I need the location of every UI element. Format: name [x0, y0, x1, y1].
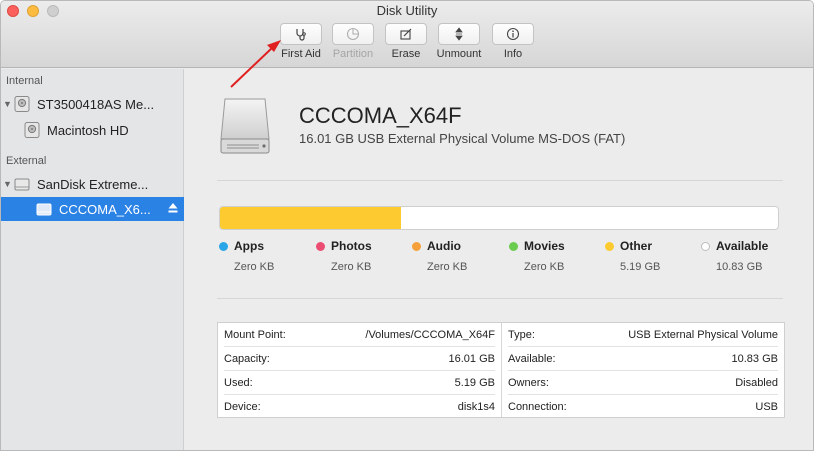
legend-dot: [412, 241, 421, 251]
details-value: /Volumes/CCCOMA_X64F: [365, 328, 495, 341]
details-left-column: Mount Point: /Volumes/CCCOMA_X64F Capacit…: [218, 323, 501, 417]
details-row-capacity: Capacity: 16.01 GB: [224, 347, 495, 371]
info-icon: [506, 27, 520, 41]
details-row-used: Used: 5.19 GB: [224, 371, 495, 395]
legend-item-other: Other 5.19 GB: [605, 239, 685, 273]
details-value: disk1s4: [457, 401, 495, 413]
legend-dot: [316, 241, 325, 251]
volume-description: 16.01 GB USB External Physical Volume MS…: [299, 131, 626, 146]
legend-item-apps: Apps Zero KB: [219, 239, 299, 273]
sidebar-item-label: CCCOMA_X6...: [59, 201, 151, 217]
volume-icon: [36, 203, 52, 216]
divider: [217, 180, 783, 181]
usage-fill-other: [220, 207, 401, 229]
sidebar-item-label: SanDisk Extreme...: [37, 176, 149, 192]
details-label: Device:: [224, 401, 261, 413]
legend-name: Audio: [427, 239, 461, 253]
legend-name: Photos: [331, 239, 372, 253]
legend-value: Zero KB: [524, 261, 565, 273]
title-bar: Disk Utility First Aid Partition Erase U…: [1, 1, 813, 68]
details-label: Owners:: [508, 376, 549, 389]
storage-usage-bar: [219, 206, 779, 230]
legend-item-photos: Photos Zero KB: [316, 239, 396, 273]
legend-value: Zero KB: [234, 261, 275, 273]
first-aid-label: First Aid: [281, 48, 321, 60]
legend-dot: [509, 241, 518, 251]
legend-item-audio: Audio Zero KB: [412, 239, 492, 273]
sidebar-section-internal: Internal: [6, 75, 43, 87]
legend-name: Movies: [524, 239, 565, 253]
details-label: Available:: [508, 352, 556, 365]
details-row-connection: Connection: USB: [508, 395, 778, 419]
legend-value: 5.19 GB: [620, 261, 661, 273]
partition-label: Partition: [332, 48, 374, 60]
erase-button[interactable]: Erase: [381, 23, 431, 60]
disclosure-triangle-icon[interactable]: ▼: [3, 179, 13, 189]
unmount-label: Unmount: [436, 48, 482, 60]
legend-value: Zero KB: [427, 261, 468, 273]
disk-utility-window: Disk Utility First Aid Partition Erase U…: [0, 0, 814, 451]
details-row-mount-point: Mount Point: /Volumes/CCCOMA_X64F: [224, 323, 495, 347]
details-row-available: Available: 10.83 GB: [508, 347, 778, 371]
legend-name: Apps: [234, 239, 264, 253]
disclosure-triangle-icon[interactable]: ▼: [3, 99, 13, 109]
erase-label: Erase: [391, 48, 421, 60]
erase-icon: [400, 28, 412, 40]
details-value: Disabled: [735, 376, 778, 389]
sidebar-section-external: External: [6, 155, 47, 167]
details-value: 5.19 GB: [454, 376, 495, 389]
sidebar-item-cccoma[interactable]: CCCOMA_X6...: [1, 197, 184, 221]
unmount-icon: [455, 27, 463, 41]
legend-dot: [605, 241, 614, 251]
sidebar-item-label: ST3500418AS Me...: [37, 96, 155, 112]
info-button[interactable]: Info: [488, 23, 538, 60]
eject-icon[interactable]: [168, 202, 178, 214]
window-title: Disk Utility: [376, 3, 438, 18]
sidebar-item-macintosh-hd[interactable]: Macintosh HD: [1, 118, 184, 142]
sidebar-item-sandisk[interactable]: ▼ SanDisk Extreme...: [1, 172, 184, 196]
info-label: Info: [503, 48, 523, 60]
legend-item-movies: Movies Zero KB: [509, 239, 589, 273]
sidebar-item-internal-disk[interactable]: ▼ ST3500418AS Me...: [1, 92, 184, 116]
details-value: 16.01 GB: [448, 352, 495, 365]
details-right-column: Type: USB External Physical Volume Availa…: [501, 323, 784, 417]
unmount-button[interactable]: Unmount: [434, 23, 484, 60]
volume-name: CCCOMA_X64F: [299, 103, 462, 128]
hard-disk-icon: [14, 96, 30, 112]
details-row-owners: Owners: Disabled: [508, 371, 778, 395]
hard-disk-icon: [24, 122, 40, 138]
legend-dot: [701, 241, 710, 251]
first-aid-button[interactable]: First Aid: [276, 23, 326, 60]
details-label: Used:: [224, 376, 253, 389]
details-value: USB External Physical Volume: [628, 328, 778, 341]
divider: [217, 298, 783, 299]
legend-name: Other: [620, 239, 653, 253]
partition-button[interactable]: Partition: [328, 23, 378, 60]
legend-name: Available: [716, 239, 769, 253]
legend-item-available: Available 10.83 GB: [701, 239, 781, 273]
volume-details-table: Mount Point: /Volumes/CCCOMA_X64F Capacit…: [217, 322, 785, 418]
details-label: Connection:: [508, 401, 567, 413]
details-row-device: Device: disk1s4: [224, 395, 495, 419]
sidebar: Internal ▼ ST3500418AS Me... Macintosh H…: [1, 69, 184, 450]
legend-value: Zero KB: [331, 261, 372, 273]
legend-dot: [219, 241, 228, 251]
sidebar-item-label: Macintosh HD: [47, 122, 129, 138]
details-label: Type:: [508, 328, 535, 341]
main-panel: CCCOMA_X64F 16.01 GB USB External Physic…: [185, 69, 813, 450]
external-volume-icon: [220, 98, 270, 154]
external-drive-icon: [14, 178, 30, 191]
storage-legend: Apps Zero KB Photos Zero KB Audio Zero K…: [219, 239, 789, 279]
details-label: Capacity:: [224, 352, 270, 365]
details-value: USB: [755, 401, 778, 413]
details-value: 10.83 GB: [731, 352, 778, 365]
pie-chart-icon: [346, 27, 360, 41]
legend-value: 10.83 GB: [716, 261, 763, 273]
details-label: Mount Point:: [224, 328, 286, 341]
details-row-type: Type: USB External Physical Volume: [508, 323, 778, 347]
stethoscope-icon: [296, 29, 306, 41]
